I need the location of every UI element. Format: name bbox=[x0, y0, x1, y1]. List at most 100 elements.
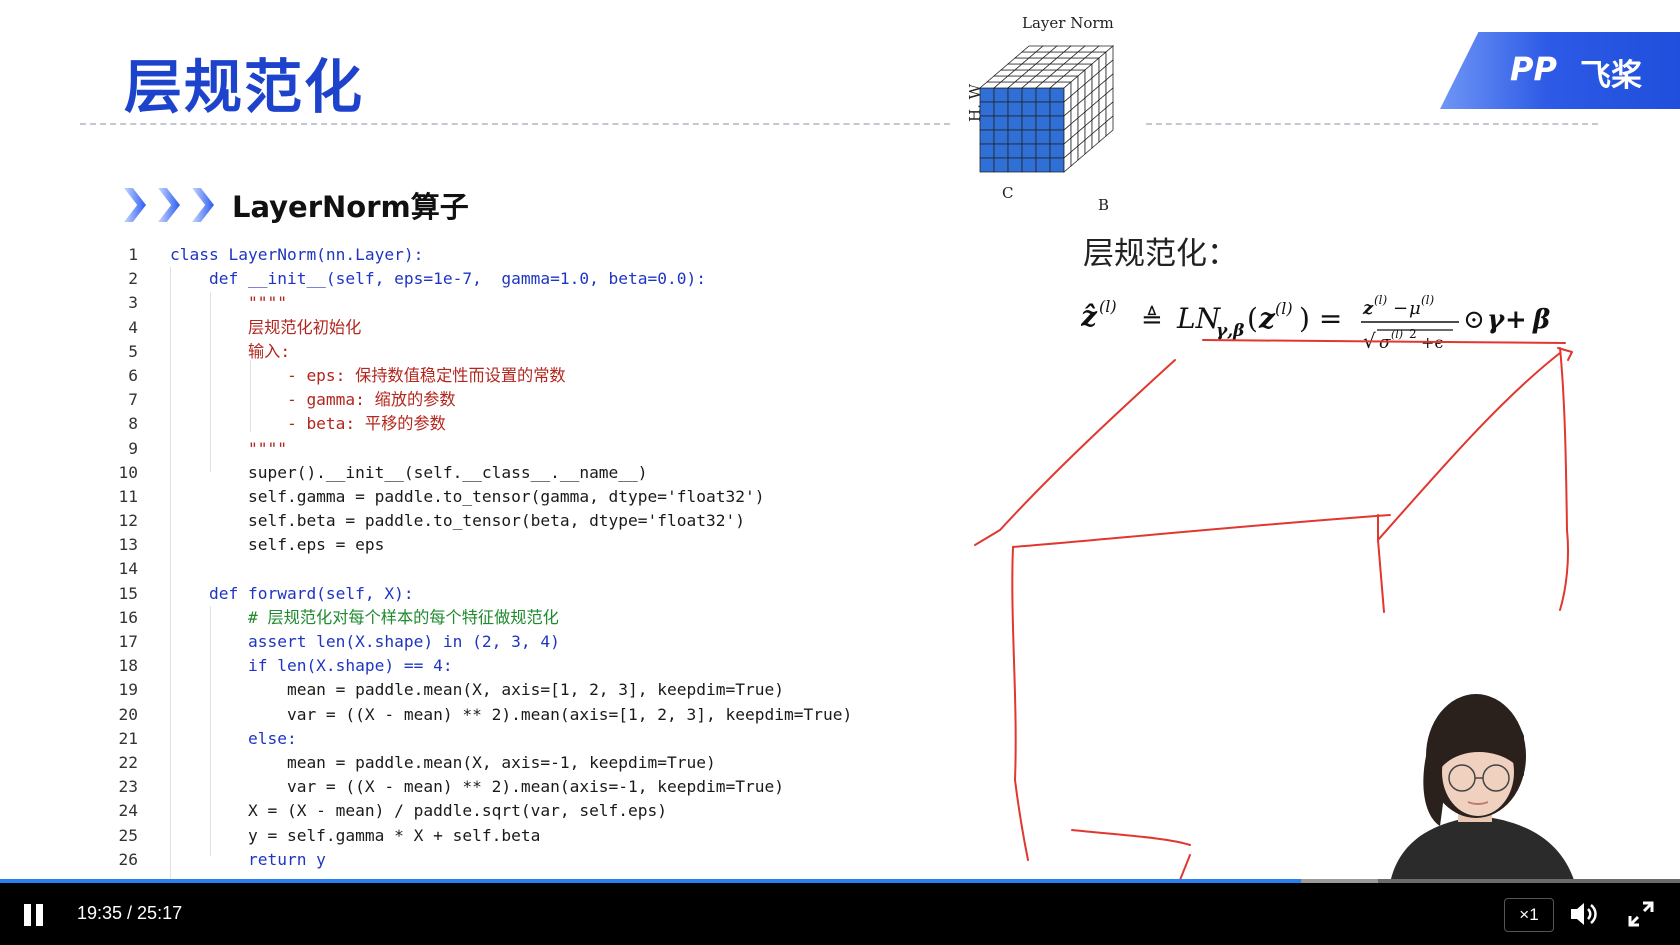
svg-text:+: + bbox=[1505, 305, 1527, 335]
fullscreen-icon bbox=[1628, 901, 1654, 927]
line-number: 6 bbox=[128, 365, 138, 385]
code-text: - eps: 保持数值稳定性而设置的常数 bbox=[170, 365, 566, 385]
line-number: 1 bbox=[128, 245, 138, 264]
line-number: 4 bbox=[128, 317, 138, 337]
cube-cell-front bbox=[1007, 101, 1023, 117]
cube-cell-front bbox=[1007, 115, 1023, 131]
svg-text:√: √ bbox=[1363, 329, 1376, 353]
pause-icon bbox=[36, 904, 43, 926]
chevron-icon bbox=[158, 188, 180, 222]
code-text: 层规范化初始化 bbox=[170, 317, 362, 337]
paddle-logo-icon: PP bbox=[1510, 50, 1557, 88]
cube-cell-front bbox=[1007, 143, 1023, 159]
code-text: super().__init__(self.__class__.__name__… bbox=[170, 462, 648, 482]
cube-cell-front bbox=[1035, 129, 1051, 145]
code-text: # 层规范化对每个样本的每个特征做规范化 bbox=[170, 607, 559, 627]
svg-text:(l): (l) bbox=[1374, 293, 1388, 307]
cube-cell-front bbox=[1035, 87, 1051, 103]
cube-cell-front bbox=[1007, 129, 1023, 145]
line-number: 5 bbox=[128, 341, 138, 361]
code-text: assert len(X.shape) in (2, 3, 4) bbox=[170, 632, 560, 651]
section-title: LayerNorm算子 bbox=[232, 190, 469, 224]
code-text: y = self.gamma * X + self.beta bbox=[170, 825, 541, 845]
line-number: 12 bbox=[118, 511, 139, 531]
svg-text:(l): (l) bbox=[1391, 328, 1403, 341]
cube-cell-front bbox=[993, 87, 1009, 103]
line-number: 7 bbox=[128, 390, 138, 410]
svg-text:(l): (l) bbox=[1421, 293, 1435, 307]
code-text: - beta: 平移的参数 bbox=[170, 414, 446, 434]
cube-cell-front bbox=[993, 157, 1009, 173]
line-number: 22 bbox=[118, 752, 139, 772]
line-number: 10 bbox=[118, 462, 139, 482]
line-number: 19 bbox=[118, 680, 139, 700]
volume-button[interactable] bbox=[1568, 900, 1598, 928]
pause-button[interactable] bbox=[22, 903, 46, 927]
chevron-icon bbox=[124, 188, 146, 222]
cube-cell-front bbox=[1035, 157, 1051, 173]
code-text: - gamma: 缩放的参数 bbox=[170, 390, 456, 410]
playback-speed-button[interactable]: ×1 bbox=[1504, 898, 1554, 932]
cube-cell-front bbox=[1007, 87, 1023, 103]
title-divider-left bbox=[80, 123, 950, 125]
cube-cell-front bbox=[1021, 143, 1037, 159]
line-number: 13 bbox=[118, 535, 139, 555]
svg-text:(l): (l) bbox=[1099, 297, 1117, 316]
layernorm-heading: 层规范化： bbox=[1083, 236, 1238, 272]
line-number: 18 bbox=[118, 656, 139, 676]
cube-cell-front bbox=[1049, 101, 1065, 117]
formula-svg: ẑ (l) ≜ LN γ,β ( z (l) ) = z (l) − μ (l)… bbox=[1080, 293, 1550, 353]
code-text: mean = paddle.mean(X, axis=-1, keepdim=T… bbox=[170, 752, 716, 772]
cube-cell-front bbox=[1035, 143, 1051, 159]
code-text: if len(X.shape) == 4: bbox=[170, 656, 453, 676]
code-text: mean = paddle.mean(X, axis=[1, 2, 3], ke… bbox=[170, 680, 784, 700]
fullscreen-button[interactable] bbox=[1628, 901, 1654, 927]
line-number: 20 bbox=[118, 704, 139, 724]
line-number: 23 bbox=[118, 777, 139, 797]
code-text: var = ((X - mean) ** 2).mean(axis=[1, 2,… bbox=[170, 704, 853, 724]
line-number: 15 bbox=[118, 583, 139, 603]
code-text: return y bbox=[170, 849, 326, 869]
time-display: 19:35 / 25:17 bbox=[77, 903, 183, 923]
cube-cell-front bbox=[1049, 143, 1065, 159]
svg-text:z: z bbox=[1258, 302, 1276, 335]
code-text: def forward(self, X): bbox=[170, 583, 414, 603]
cube-cell-front bbox=[1021, 129, 1037, 145]
volume-icon bbox=[1571, 903, 1597, 925]
cube-cell-front bbox=[993, 101, 1009, 117]
svg-text:(: ( bbox=[1247, 302, 1258, 335]
brand-banner: PP 飞桨 bbox=[1440, 32, 1680, 109]
svg-text:σ: σ bbox=[1379, 333, 1391, 353]
svg-text:LN: LN bbox=[1176, 302, 1222, 335]
chevron-icon bbox=[192, 188, 214, 222]
cube-cell-front bbox=[979, 115, 995, 131]
svg-text:−: − bbox=[1393, 298, 1408, 319]
cube-cell-front bbox=[1049, 129, 1065, 145]
slide-area: 层规范化 PP 飞桨 Layer Norm H, W C B LayerNorm… bbox=[0, 0, 1680, 883]
cube-cell-front bbox=[1035, 115, 1051, 131]
cube-cell-front bbox=[1021, 101, 1037, 117]
line-number: 8 bbox=[128, 414, 138, 434]
cube-cell-front bbox=[1035, 101, 1051, 117]
code-text: """" bbox=[170, 438, 287, 458]
code-text: self.eps = eps bbox=[170, 535, 385, 555]
player-controls: 19:35 / 25:17 ×1 bbox=[0, 883, 1680, 945]
cube-cell-front bbox=[979, 157, 995, 173]
code-text: else: bbox=[170, 728, 297, 748]
line-number: 21 bbox=[118, 728, 139, 748]
code-text: class LayerNorm(nn.Layer): bbox=[170, 245, 424, 264]
code-text: self.gamma = paddle.to_tensor(gamma, dty… bbox=[170, 486, 765, 506]
line-number: 9 bbox=[128, 438, 138, 458]
svg-text:z: z bbox=[1362, 298, 1374, 319]
cube-cell-front bbox=[1021, 157, 1037, 173]
line-number: 11 bbox=[118, 486, 139, 506]
svg-text:⊙: ⊙ bbox=[1463, 305, 1485, 335]
cube-cell-front bbox=[1049, 87, 1065, 103]
code-text: 输入: bbox=[170, 341, 291, 361]
code-text: def __init__(self, eps=1e-7, gamma=1.0, … bbox=[170, 269, 707, 289]
line-number: 2 bbox=[128, 269, 138, 289]
cube-cell-front bbox=[993, 115, 1009, 131]
formula-z-hat: ẑ bbox=[1081, 300, 1098, 333]
cube-cell-front bbox=[979, 129, 995, 145]
svg-text:μ: μ bbox=[1409, 298, 1421, 319]
